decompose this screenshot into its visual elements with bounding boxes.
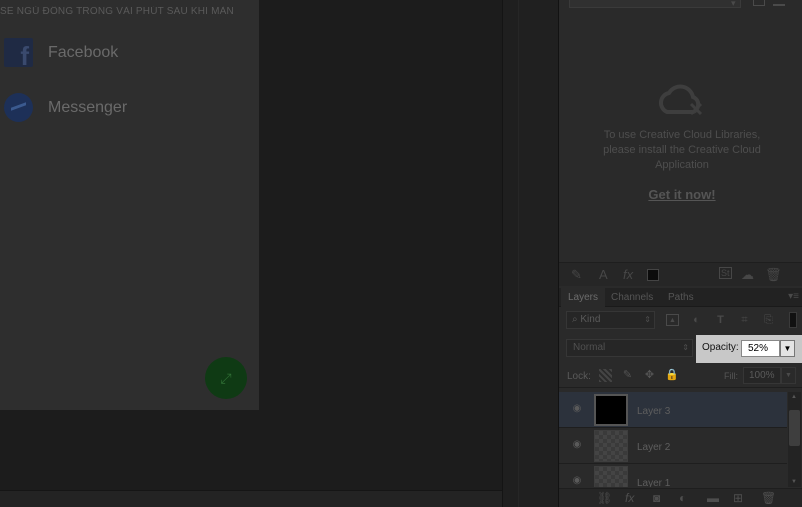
delete-layer-icon[interactable]: 🗑	[761, 491, 776, 505]
grid-view-icon[interactable]	[753, 0, 765, 6]
creative-cloud-icon	[658, 84, 703, 116]
eye-icon[interactable]: ◉	[571, 476, 583, 486]
facebook-icon: f	[4, 38, 33, 69]
lock-label: Lock:	[567, 371, 591, 382]
messenger-icon	[4, 93, 33, 122]
new-group-icon[interactable]: ▬	[707, 491, 719, 505]
stepper-icon: ⇕	[644, 315, 651, 324]
layer-thumbnail	[594, 466, 628, 487]
get-it-now-link[interactable]: Get it now!	[599, 187, 765, 202]
share-icon: ⤢	[220, 369, 232, 386]
share-item-label: Facebook	[48, 43, 119, 61]
layer-name[interactable]: Layer 2	[637, 442, 670, 453]
add-mask-icon[interactable]: ◙	[653, 491, 660, 505]
layer-row[interactable]: ◉ Layer 1	[559, 464, 787, 487]
scrollbar-thumb[interactable]	[789, 410, 800, 446]
library-select[interactable]	[569, 0, 741, 8]
layer-name[interactable]: Layer 1	[637, 478, 670, 487]
cloud-sync-icon[interactable]: ☁	[741, 267, 754, 283]
layers-scrollbar[interactable]: ▲ ▼	[788, 392, 801, 487]
layer-filter-row: ⌕ Kind ⇕ ▲ ◐ T ⌗ ⎘	[559, 308, 802, 332]
blend-mode-value: Normal	[573, 342, 606, 353]
character-style-icon[interactable]: A	[599, 267, 608, 282]
blend-mode-select[interactable]: Normal ⇕	[566, 339, 693, 357]
lock-row: Lock: ✎ ✥ 🔒 Fill: 100% ▼	[559, 364, 802, 388]
layer-row[interactable]: ◉ Layer 3	[559, 392, 787, 428]
filter-toggle-switch[interactable]	[789, 312, 797, 328]
color-swatch-icon[interactable]	[647, 269, 659, 281]
panel-dock-gap	[518, 0, 558, 507]
eye-icon[interactable]: ◉	[571, 404, 583, 414]
lock-transparent-pixels-icon[interactable]	[599, 369, 612, 382]
shape-layer-filter-icon[interactable]: ⌗	[738, 314, 751, 326]
right-panel-dock: ▾ To use Creative Cloud Libraries, pleas…	[558, 0, 802, 507]
opacity-input[interactable]: 52%	[741, 340, 780, 357]
layer-row[interactable]: ◉ Layer 2	[559, 428, 787, 464]
lock-all-icon[interactable]: 🔒	[665, 369, 679, 382]
trash-icon[interactable]: 🗑	[765, 267, 782, 283]
stepper-icon: ⇕	[682, 343, 689, 352]
layer-thumbnail	[594, 430, 628, 462]
canvas-scrollbar[interactable]	[502, 0, 518, 507]
link-layers-icon[interactable]: ⛓	[597, 491, 612, 505]
eye-icon[interactable]: ◉	[571, 440, 583, 450]
layer-thumbnail	[594, 394, 628, 426]
doc-header-text: SẼ NGỦ ĐÔNG TRONG VÀI PHÚT SAU KHI MÀN	[0, 6, 234, 17]
layers-panel-tabs: Layers Channels Paths ▾≡	[559, 288, 802, 307]
chevron-down-icon[interactable]: ▾	[731, 0, 736, 9]
new-layer-icon[interactable]: ⊞	[733, 491, 743, 505]
opacity-control: Opacity: 52% ▼	[696, 335, 802, 363]
canvas-status-bar	[0, 490, 520, 507]
fill-input[interactable]: 100%	[743, 367, 781, 384]
fill-dropdown-button[interactable]: ▼	[781, 367, 796, 384]
filter-kind-select[interactable]: ⌕ Kind ⇕	[566, 311, 655, 329]
stock-icon[interactable]: St	[719, 267, 732, 279]
fill-label: Fill:	[724, 371, 738, 381]
fx-icon[interactable]: fx	[623, 267, 633, 282]
opacity-dropdown-button[interactable]: ▼	[780, 340, 795, 357]
filter-kind-label: Kind	[580, 314, 601, 325]
new-adjustment-layer-icon[interactable]: ◐	[679, 491, 686, 505]
share-item-messenger[interactable]: Messenger	[4, 93, 127, 122]
adjustment-layer-filter-icon[interactable]: ◐	[690, 314, 703, 326]
smart-object-filter-icon[interactable]: ⎘	[762, 314, 775, 326]
layers-list: ◉ Layer 3 ◉ Layer 2 ◉ Layer 1	[559, 390, 787, 487]
share-item-label: Messenger	[48, 98, 128, 116]
add-layer-style-icon[interactable]: fx	[625, 491, 634, 505]
scroll-down-icon[interactable]: ▼	[791, 479, 797, 485]
share-item-facebook[interactable]: f Facebook	[4, 38, 119, 69]
libraries-toolbar: ✎ A fx St ☁ 🗑	[559, 262, 802, 286]
layers-footer-toolbar: ⛓ fx ◙ ◐ ▬ ⊞ 🗑	[559, 488, 802, 507]
tab-channels[interactable]: Channels	[604, 288, 660, 307]
tab-layers[interactable]: Layers	[561, 288, 606, 307]
list-view-icon[interactable]	[773, 0, 785, 6]
layer-name[interactable]: Layer 3	[637, 406, 670, 417]
blend-row: Normal ⇕ Opacity: 52% ▼	[559, 335, 802, 363]
panel-menu-icon[interactable]: ▾≡	[788, 291, 799, 302]
lock-position-icon[interactable]: ✥	[643, 369, 656, 382]
share-fab-button[interactable]: ⤢	[205, 357, 247, 399]
opacity-label: Opacity:	[702, 342, 739, 353]
libraries-message: To use Creative Cloud Libraries, please …	[603, 129, 761, 171]
type-layer-filter-icon[interactable]: T	[714, 314, 727, 326]
tab-paths[interactable]: Paths	[661, 288, 701, 307]
lock-image-pixels-icon[interactable]: ✎	[621, 369, 634, 382]
pixel-layer-filter-icon[interactable]: ▲	[666, 314, 679, 326]
scroll-up-icon[interactable]: ▲	[791, 394, 797, 400]
document-canvas[interactable]: SẼ NGỦ ĐÔNG TRONG VÀI PHÚT SAU KHI MÀN f…	[0, 0, 259, 410]
brush-icon[interactable]: ✎	[571, 267, 582, 283]
canvas-area[interactable]: SẼ NGỦ ĐÔNG TRONG VÀI PHÚT SAU KHI MÀN f…	[0, 0, 520, 507]
photoshop-window: SẼ NGỦ ĐÔNG TRONG VÀI PHÚT SAU KHI MÀN f…	[0, 0, 802, 507]
